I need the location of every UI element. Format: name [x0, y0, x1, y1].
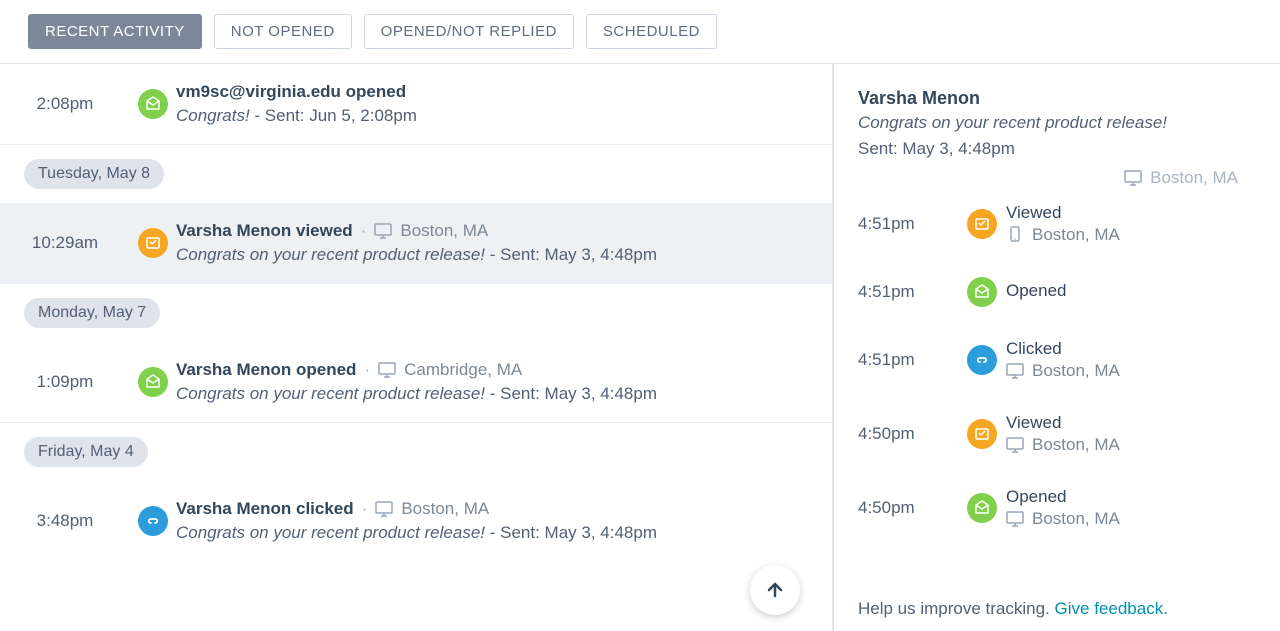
viewed-icon	[138, 228, 168, 258]
detail-contact-name: Varsha Menon	[858, 88, 1256, 109]
detail-event-row[interactable]: 4:50pm Opened Boston, MA	[858, 471, 1256, 545]
detail-event-action: Viewed	[1006, 203, 1256, 223]
activity-subject-line: Congrats on your recent product release!…	[176, 384, 808, 404]
detail-event-location: Boston, MA	[1032, 361, 1120, 381]
activity-row[interactable]: 3:48pm Varsha Menon clicked · Boston, MA…	[0, 481, 832, 561]
detail-event-time: 4:51pm	[858, 282, 958, 302]
activity-actor: Varsha Menon opened	[176, 360, 356, 380]
detail-subject: Congrats on your recent product release!	[858, 113, 1256, 133]
detail-event-action: Opened	[1006, 487, 1256, 507]
activity-row[interactable]: 2:08pm vm9sc@virginia.edu opened Congrat…	[0, 64, 832, 145]
detail-event-action: Opened	[1006, 281, 1256, 301]
detail-event-time: 4:51pm	[858, 350, 958, 370]
detail-event-location: Boston, MA	[1032, 509, 1120, 529]
detail-event-time: 4:50pm	[858, 498, 958, 518]
tab-recent-activity[interactable]: RECENT ACTIVITY	[28, 14, 202, 49]
give-feedback-link[interactable]: Give feedback.	[1055, 599, 1168, 618]
viewed-icon	[967, 419, 997, 449]
detail-sent: Sent: May 3, 4:48pm	[858, 139, 1256, 159]
tabs-bar: RECENT ACTIVITY NOT OPENED OPENED/NOT RE…	[0, 0, 1280, 64]
detail-event-row[interactable]: 4:51pm Opened	[858, 261, 1256, 323]
activity-location: Boston, MA	[400, 221, 488, 241]
opened-icon	[967, 493, 997, 523]
activity-actor: vm9sc@virginia.edu opened	[176, 82, 406, 102]
detail-event-time: 4:51pm	[858, 214, 958, 234]
viewed-icon	[967, 209, 997, 239]
opened-icon	[138, 89, 168, 119]
detail-event-row[interactable]: 4:50pm Viewed Boston, MA	[858, 397, 1256, 471]
desktop-icon	[1006, 362, 1024, 380]
activity-time: 10:29am	[0, 233, 130, 253]
arrow-up-icon	[765, 580, 785, 600]
tab-not-opened[interactable]: NOT OPENED	[214, 14, 352, 49]
detail-event-location: Boston, MA	[1032, 435, 1120, 455]
tab-opened-not-replied[interactable]: OPENED/NOT REPLIED	[364, 14, 574, 49]
desktop-icon	[1006, 436, 1024, 454]
activity-time: 1:09pm	[0, 372, 130, 392]
activity-subject-line: Congrats on your recent product release!…	[176, 245, 808, 265]
desktop-icon	[374, 222, 392, 240]
detail-event-action: Clicked	[1006, 339, 1256, 359]
scroll-to-top-button[interactable]	[750, 565, 800, 615]
desktop-icon	[1006, 510, 1024, 528]
detail-event-action: Viewed	[1006, 413, 1256, 433]
activity-actor: Varsha Menon clicked	[176, 499, 354, 519]
detail-event-location: Boston, MA	[1032, 225, 1120, 245]
date-header: Friday, May 4	[24, 437, 148, 467]
main-content: 2:08pm vm9sc@virginia.edu opened Congrat…	[0, 64, 1280, 631]
mobile-icon	[1006, 226, 1024, 244]
activity-actor: Varsha Menon viewed	[176, 221, 353, 241]
activity-row[interactable]: 1:09pm Varsha Menon opened · Cambridge, …	[0, 342, 832, 423]
activity-time: 2:08pm	[0, 94, 130, 114]
clicked-icon	[138, 506, 168, 536]
opened-icon	[967, 277, 997, 307]
desktop-icon	[1124, 169, 1142, 187]
activity-subject-line: Congrats on your recent product release!…	[176, 523, 808, 543]
detail-cutoff-row: Boston, MA	[858, 169, 1256, 187]
activity-time: 3:48pm	[0, 511, 130, 531]
activity-location: Cambridge, MA	[404, 360, 522, 380]
activity-row[interactable]: 10:29am Varsha Menon viewed · Boston, MA…	[0, 203, 832, 284]
date-header: Monday, May 7	[24, 298, 160, 328]
feedback-prompt: Help us improve tracking. Give feedback.	[858, 587, 1256, 631]
desktop-icon	[375, 500, 393, 518]
detail-event-time: 4:50pm	[858, 424, 958, 444]
opened-icon	[138, 367, 168, 397]
clicked-icon	[967, 345, 997, 375]
detail-panel: Varsha Menon Congrats on your recent pro…	[834, 64, 1280, 631]
activity-subject-line: Congrats! - Sent: Jun 5, 2:08pm	[176, 106, 808, 126]
activity-location: Boston, MA	[401, 499, 489, 519]
detail-event-row[interactable]: 4:51pm Clicked Boston, MA	[858, 323, 1256, 397]
detail-event-row[interactable]: 4:51pm Viewed Boston, MA	[858, 187, 1256, 261]
tab-scheduled[interactable]: SCHEDULED	[586, 14, 717, 49]
activity-feed: 2:08pm vm9sc@virginia.edu opened Congrat…	[0, 64, 834, 631]
desktop-icon	[378, 361, 396, 379]
date-header: Tuesday, May 8	[24, 159, 164, 189]
